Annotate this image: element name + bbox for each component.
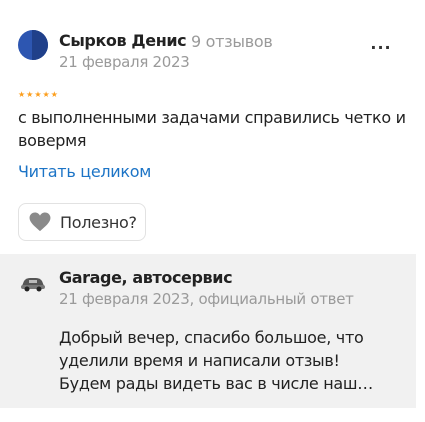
read-more-link[interactable]: Читать целиком xyxy=(18,162,151,181)
reply-meta: 21 февраля 2023, официальный ответ xyxy=(59,290,354,308)
star-icon: ★ xyxy=(34,90,42,99)
business-name[interactable]: Garage, автосервис xyxy=(59,268,233,287)
avatar[interactable] xyxy=(18,30,48,60)
reviewer-reviews-count: 9 отзывов xyxy=(191,32,273,51)
star-icon: ★ xyxy=(18,90,26,99)
review-text: с выполненными задачами справились четко… xyxy=(18,108,406,150)
review-date: 21 февраля 2023 xyxy=(59,53,190,71)
more-dots-icon: ... xyxy=(370,34,392,53)
star-rating: ★ ★ ★ ★ ★ xyxy=(18,89,58,101)
star-icon: ★ xyxy=(26,90,34,99)
star-icon: ★ xyxy=(50,90,58,99)
heart-icon xyxy=(29,212,51,232)
star-icon: ★ xyxy=(42,90,50,99)
car-logo-icon xyxy=(21,278,45,292)
helpful-label: Полезно? xyxy=(60,212,137,232)
reply-text: Добрый вечер, спасибо большое, что удели… xyxy=(59,328,373,393)
helpful-button[interactable]: Полезно? xyxy=(18,203,146,241)
reviewer-name[interactable]: Сырков Денис xyxy=(59,31,187,50)
more-options-button[interactable]: ... xyxy=(368,34,394,54)
